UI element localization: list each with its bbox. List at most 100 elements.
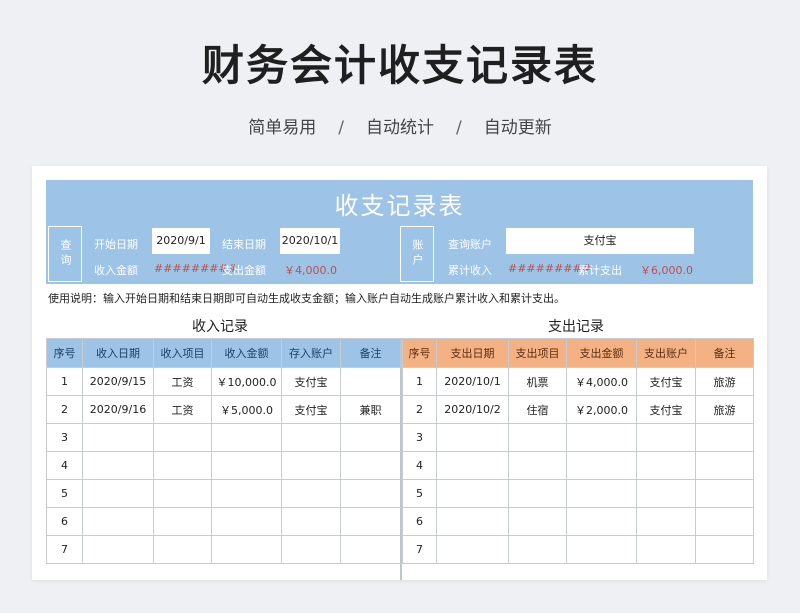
- table-cell[interactable]: [211, 507, 282, 536]
- table-cell[interactable]: 支付宝: [281, 367, 341, 396]
- start-date-label: 开始日期: [94, 238, 138, 251]
- table-cell[interactable]: [211, 423, 282, 452]
- table-cell[interactable]: 7: [46, 535, 83, 564]
- table-cell[interactable]: 5: [402, 479, 437, 508]
- table-cell[interactable]: [340, 507, 401, 536]
- table-cell[interactable]: [636, 423, 696, 452]
- table-cell[interactable]: 2: [46, 395, 83, 424]
- table-cell[interactable]: ￥5,000.0: [211, 395, 282, 424]
- table-cell[interactable]: [82, 423, 154, 452]
- table-cell[interactable]: [340, 451, 401, 480]
- table-row: 3: [46, 423, 401, 452]
- table-cell[interactable]: [153, 535, 212, 564]
- table-cell[interactable]: [82, 479, 154, 508]
- table-cell[interactable]: 2020/10/1: [436, 367, 509, 396]
- table-cell[interactable]: [436, 507, 509, 536]
- table-row: 1 2020/10/1 机票 ￥4,000.0 支付宝 旅游: [402, 367, 754, 396]
- column-header: 存入账户: [281, 338, 341, 368]
- table-cell[interactable]: 机票: [508, 367, 567, 396]
- table-cell[interactable]: 6: [402, 507, 437, 536]
- table-cell[interactable]: [340, 367, 401, 396]
- table-cell[interactable]: [508, 507, 567, 536]
- table-cell[interactable]: ￥4,000.0: [566, 367, 637, 396]
- table-cell[interactable]: 7: [402, 535, 437, 564]
- table-cell[interactable]: 4: [402, 451, 437, 480]
- table-cell[interactable]: [636, 535, 696, 564]
- table-cell[interactable]: [153, 451, 212, 480]
- table-cell[interactable]: [82, 507, 154, 536]
- table-cell[interactable]: [636, 507, 696, 536]
- table-cell[interactable]: [695, 451, 754, 480]
- end-date-input[interactable]: 2020/10/1: [280, 228, 340, 254]
- table-cell[interactable]: [695, 423, 754, 452]
- table-cell[interactable]: 1: [46, 367, 83, 396]
- table-cell[interactable]: [211, 535, 282, 564]
- query-label: 查询: [48, 226, 82, 282]
- table-cell[interactable]: 4: [46, 451, 83, 480]
- table-cell[interactable]: [695, 479, 754, 508]
- table-cell[interactable]: [153, 423, 212, 452]
- table-cell[interactable]: 5: [46, 479, 83, 508]
- table-cell[interactable]: [436, 451, 509, 480]
- table-cell[interactable]: [566, 451, 637, 480]
- table-cell[interactable]: 兼职: [340, 395, 401, 424]
- total-expense-value: ￥6,000.0: [640, 264, 693, 277]
- table-cell[interactable]: [566, 507, 637, 536]
- table-cell[interactable]: 3: [46, 423, 83, 452]
- query-account-label: 查询账户: [448, 238, 492, 251]
- table-cell[interactable]: [508, 423, 567, 452]
- table-cell[interactable]: 2020/9/15: [82, 367, 154, 396]
- table-cell[interactable]: 工资: [153, 367, 212, 396]
- table-cell[interactable]: 住宿: [508, 395, 567, 424]
- table-cell[interactable]: [340, 535, 401, 564]
- table-cell[interactable]: ￥10,000.0: [211, 367, 282, 396]
- table-cell[interactable]: [508, 535, 567, 564]
- table-cell[interactable]: [695, 535, 754, 564]
- table-cell[interactable]: [281, 535, 341, 564]
- table-cell[interactable]: [636, 479, 696, 508]
- table-cell[interactable]: [436, 535, 509, 564]
- table-cell[interactable]: [508, 451, 567, 480]
- table-cell[interactable]: 工资: [153, 395, 212, 424]
- column-header: 备注: [340, 338, 401, 368]
- subtitle-item: 自动统计: [366, 118, 434, 138]
- table-cell[interactable]: 支付宝: [636, 395, 696, 424]
- table-cell[interactable]: [566, 479, 637, 508]
- table-cell[interactable]: 支付宝: [636, 367, 696, 396]
- table-cell[interactable]: [340, 479, 401, 508]
- table-cell[interactable]: [281, 507, 341, 536]
- table-cell[interactable]: [281, 479, 341, 508]
- table-cell[interactable]: [281, 451, 341, 480]
- table-cell[interactable]: 2: [402, 395, 437, 424]
- table-cell[interactable]: 6: [46, 507, 83, 536]
- table-cell[interactable]: [566, 535, 637, 564]
- table-cell[interactable]: [436, 423, 509, 452]
- start-date-input[interactable]: 2020/9/1: [152, 228, 210, 254]
- column-header: 支出日期: [436, 338, 509, 368]
- table-cell[interactable]: ￥2,000.0: [566, 395, 637, 424]
- column-header: 收入日期: [82, 338, 154, 368]
- table-row: 2 2020/9/16 工资 ￥5,000.0 支付宝 兼职: [46, 395, 401, 424]
- table-cell[interactable]: [153, 507, 212, 536]
- table-row: 4: [46, 451, 401, 480]
- table-cell[interactable]: 3: [402, 423, 437, 452]
- table-cell[interactable]: [436, 479, 509, 508]
- table-cell[interactable]: [82, 451, 154, 480]
- table-cell[interactable]: [281, 423, 341, 452]
- table-cell[interactable]: [211, 479, 282, 508]
- table-cell[interactable]: [340, 423, 401, 452]
- table-cell[interactable]: 旅游: [695, 367, 754, 396]
- query-account-input[interactable]: 支付宝: [506, 228, 694, 254]
- table-cell[interactable]: 2020/10/2: [436, 395, 509, 424]
- table-cell[interactable]: [153, 479, 212, 508]
- table-cell[interactable]: [695, 507, 754, 536]
- table-cell[interactable]: [211, 451, 282, 480]
- table-cell[interactable]: 支付宝: [281, 395, 341, 424]
- table-cell[interactable]: 1: [402, 367, 437, 396]
- table-cell[interactable]: [82, 535, 154, 564]
- table-cell[interactable]: 旅游: [695, 395, 754, 424]
- table-cell[interactable]: [566, 423, 637, 452]
- table-cell[interactable]: 2020/9/16: [82, 395, 154, 424]
- table-cell[interactable]: [636, 451, 696, 480]
- table-cell[interactable]: [508, 479, 567, 508]
